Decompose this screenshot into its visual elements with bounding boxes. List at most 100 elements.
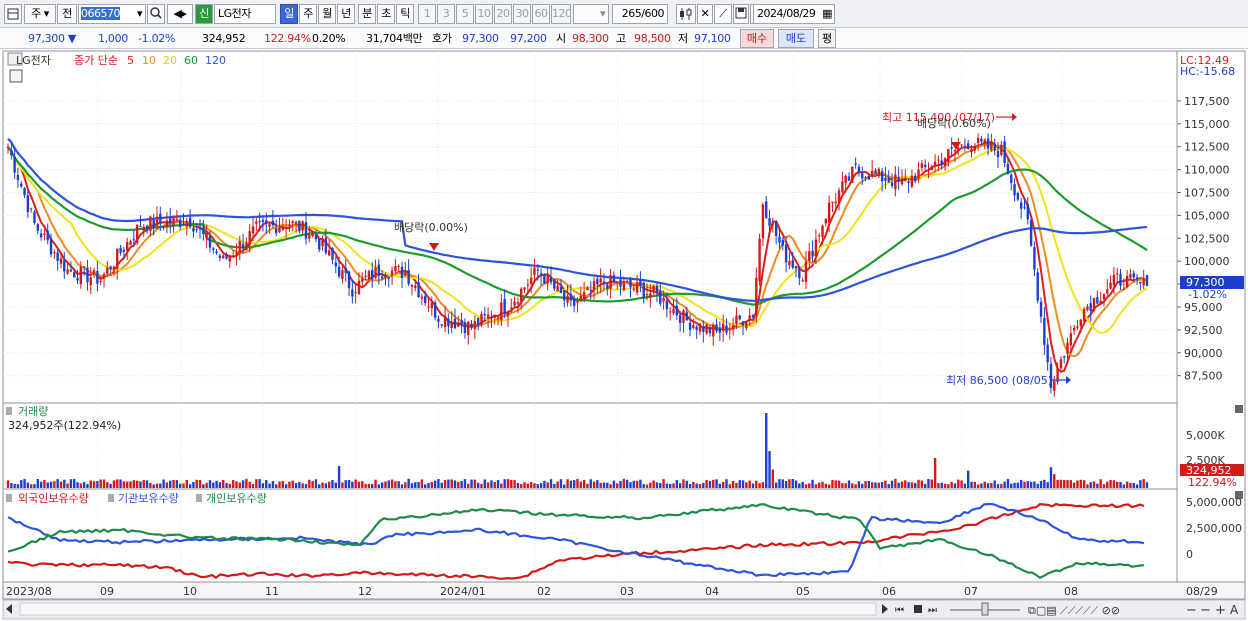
volume-bar bbox=[884, 480, 887, 488]
ma-10-label[interactable]: 10 bbox=[142, 54, 156, 67]
candle-body bbox=[288, 224, 291, 226]
period-minute[interactable]: 분 bbox=[358, 4, 376, 24]
volume-bar bbox=[245, 478, 248, 488]
zoom-out-icon[interactable]: − bbox=[1186, 603, 1197, 618]
candle-body bbox=[125, 242, 129, 251]
period-second[interactable]: 초 bbox=[377, 4, 395, 24]
volume-panel-icon[interactable] bbox=[6, 407, 12, 415]
scrollbar-track[interactable] bbox=[19, 602, 877, 616]
candle-body bbox=[1059, 359, 1063, 369]
candle-body bbox=[493, 315, 496, 318]
chart-area[interactable]: LG전자 종가 단순 5 10 20 60 120 LC:12.49 HC:-1… bbox=[0, 50, 1248, 621]
chevron-down-icon[interactable]: ▾ bbox=[137, 5, 145, 23]
date-field[interactable]: 2024/08/29 ▦ bbox=[753, 4, 835, 24]
interval-30[interactable]: 30 bbox=[513, 4, 531, 24]
candle-body bbox=[116, 248, 119, 269]
interval-3[interactable]: 3 bbox=[437, 4, 455, 24]
candle-body bbox=[443, 316, 447, 328]
candle-body bbox=[851, 166, 854, 183]
volume-bar bbox=[82, 482, 86, 488]
ma-120-label[interactable]: 120 bbox=[205, 54, 226, 67]
div-annotation-2: 배당락(0.60%) bbox=[917, 117, 991, 130]
new-badge: 신 bbox=[195, 4, 213, 24]
low-price: 97,100 bbox=[694, 32, 731, 45]
candle-body bbox=[486, 314, 490, 318]
ma-20-label[interactable]: 20 bbox=[163, 54, 177, 67]
sell-button[interactable]: 매도 bbox=[778, 29, 814, 48]
prev-button[interactable]: 전 bbox=[57, 4, 77, 24]
hold-tick-5m: 5,000,000 bbox=[1186, 496, 1242, 509]
legend-institution[interactable]: 기관보유수량 bbox=[118, 492, 179, 505]
volume-bar bbox=[708, 480, 712, 488]
period-monthly[interactable]: 월 bbox=[318, 4, 336, 24]
zoom-slider-thumb[interactable] bbox=[981, 602, 989, 616]
holdings-panel-icon[interactable] bbox=[6, 494, 12, 502]
legend-foreign[interactable]: 외국인보유수량 bbox=[18, 492, 89, 505]
stock-code-input[interactable]: 066570 ▾ bbox=[78, 4, 146, 24]
stock-name-field[interactable]: LG전자 bbox=[214, 4, 276, 24]
period-daily[interactable]: 일 bbox=[280, 4, 298, 24]
open-price: 98,300 bbox=[572, 32, 609, 45]
cross-icon[interactable]: ✕ bbox=[697, 4, 713, 24]
candle-body bbox=[109, 266, 112, 270]
candle-body bbox=[440, 324, 443, 326]
volume-bar bbox=[970, 481, 973, 488]
interval-custom-select[interactable]: ▾ bbox=[573, 4, 609, 24]
save-icon[interactable] bbox=[733, 4, 749, 24]
volume-bar bbox=[1036, 483, 1039, 488]
search-icon[interactable] bbox=[147, 4, 165, 24]
period-yearly[interactable]: 년 bbox=[337, 4, 355, 24]
speaker-icon[interactable]: ◀▸ bbox=[167, 4, 193, 24]
count-field[interactable]: 265/600 bbox=[612, 4, 668, 24]
interval-10[interactable]: 10 bbox=[475, 4, 493, 24]
line-tool-icon[interactable]: ⟋ bbox=[714, 4, 732, 24]
candle-body bbox=[811, 250, 814, 257]
candle-body bbox=[490, 317, 493, 319]
open-label: 시 bbox=[556, 32, 566, 45]
interval-20[interactable]: 20 bbox=[494, 4, 512, 24]
candle-icon[interactable] bbox=[676, 4, 696, 24]
interval-5[interactable]: 5 bbox=[456, 4, 474, 24]
interval-60[interactable]: 60 bbox=[532, 4, 550, 24]
calendar-icon[interactable]: ▦ bbox=[822, 5, 834, 23]
legend-individual[interactable]: 개인보유수량 bbox=[206, 492, 267, 505]
interval-120[interactable]: 120 bbox=[551, 4, 571, 24]
candle-body bbox=[543, 274, 546, 284]
candle-body bbox=[688, 322, 692, 330]
ma-60-label[interactable]: 60 bbox=[184, 54, 198, 67]
tool-icons[interactable]: ⧉▢▤ ⟋⟋⟋⟋⟋ ⊘⊘ bbox=[1028, 604, 1120, 617]
candle-body bbox=[92, 270, 96, 275]
volume-bar bbox=[559, 479, 563, 488]
candle-body bbox=[39, 233, 43, 238]
volume-close-icon[interactable] bbox=[1235, 405, 1243, 413]
candle-body bbox=[447, 318, 450, 327]
stock-tag: LG전자 bbox=[16, 54, 51, 67]
volume-bar bbox=[639, 479, 642, 488]
candle-body bbox=[940, 160, 943, 165]
period-tick[interactable]: 틱 bbox=[396, 4, 414, 24]
candle-body bbox=[662, 297, 665, 302]
period-weekly[interactable]: 주 bbox=[299, 4, 317, 24]
interval-1[interactable]: 1 bbox=[418, 4, 436, 24]
grid-icon[interactable] bbox=[9, 69, 23, 83]
candle-body bbox=[645, 294, 649, 296]
mode-select[interactable]: 주 ▾ bbox=[24, 4, 56, 24]
volume-bar bbox=[496, 480, 500, 488]
volume-bar bbox=[225, 483, 228, 488]
volume-bar bbox=[1092, 481, 1096, 488]
chart-svg[interactable]: LG전자 종가 단순 5 10 20 60 120 LC:12.49 HC:-1… bbox=[0, 50, 1248, 621]
ma-5-label[interactable]: 5 bbox=[127, 54, 134, 67]
text-size-icon[interactable]: A bbox=[1230, 603, 1239, 617]
nav-first-icon[interactable]: ⏮ bbox=[895, 605, 904, 616]
eval-button[interactable]: 평 bbox=[818, 29, 836, 48]
zoom-in-icon[interactable]: + bbox=[1215, 603, 1226, 618]
minus-icon[interactable]: − bbox=[1200, 603, 1211, 618]
candle-body bbox=[212, 248, 215, 250]
volume-bar bbox=[66, 483, 69, 488]
nav-last-icon[interactable]: ⏭ bbox=[928, 605, 937, 616]
volume-bar bbox=[745, 482, 748, 488]
volume-bar bbox=[533, 483, 536, 488]
buy-button[interactable]: 매수 bbox=[740, 29, 774, 48]
chart-type-icon[interactable] bbox=[4, 4, 22, 24]
stop-icon[interactable] bbox=[914, 605, 922, 613]
